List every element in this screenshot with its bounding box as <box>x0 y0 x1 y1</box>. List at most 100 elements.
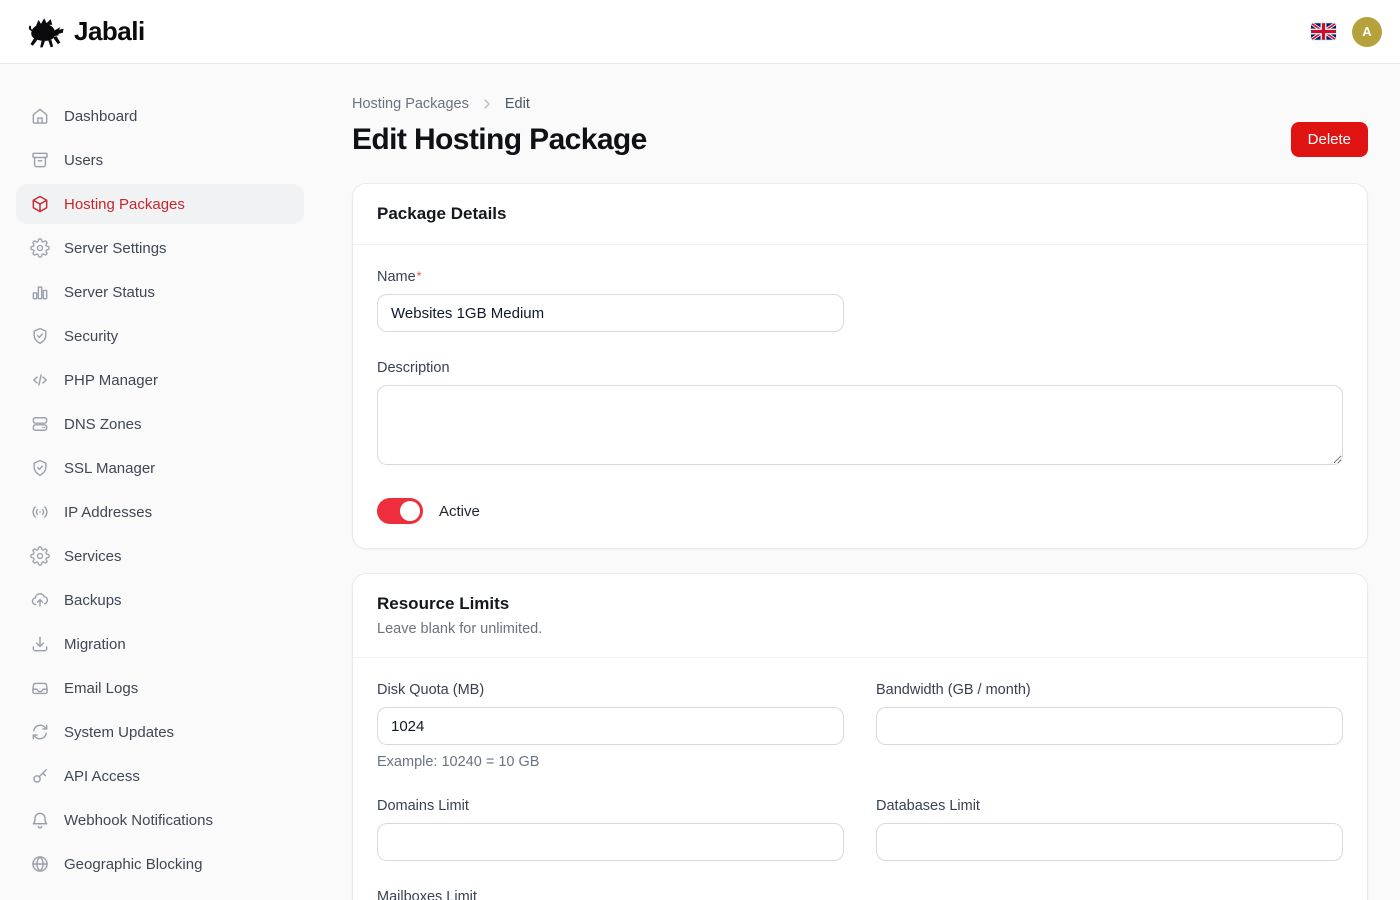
disk-quota-hint: Example: 10240 = 10 GB <box>377 754 844 770</box>
sidebar-item-label: Server Status <box>64 284 155 301</box>
sidebar-item-label: Geographic Blocking <box>64 856 202 873</box>
disk-quota-label: Disk Quota (MB) <box>377 682 844 698</box>
broadcast-icon <box>30 502 50 522</box>
package-details-header: Package Details <box>353 184 1367 245</box>
sidebar: Dashboard Users Hosting Packages Server … <box>0 64 320 900</box>
download-icon <box>30 634 50 654</box>
package-icon <box>30 194 50 214</box>
description-field-group: Description <box>377 360 1343 470</box>
sidebar-item-label: Backups <box>64 592 122 609</box>
sidebar-item-label: Dashboard <box>64 108 137 125</box>
sidebar-item-email-logs[interactable]: Email Logs <box>16 668 304 708</box>
sidebar-item-users[interactable]: Users <box>16 140 304 180</box>
sidebar-item-ssl-manager[interactable]: SSL Manager <box>16 448 304 488</box>
sidebar-item-server-status[interactable]: Server Status <box>16 272 304 312</box>
globe-icon <box>30 854 50 874</box>
sidebar-item-backups[interactable]: Backups <box>16 580 304 620</box>
top-header: Jabali A <box>0 0 1400 64</box>
sidebar-item-label: DNS Zones <box>64 416 142 433</box>
sidebar-item-label: Migration <box>64 636 126 653</box>
card-title: Package Details <box>377 204 1343 224</box>
sidebar-item-label: Users <box>64 152 103 169</box>
avatar[interactable]: A <box>1352 17 1382 47</box>
breadcrumb-edit: Edit <box>505 96 530 112</box>
key-icon <box>30 766 50 786</box>
sidebar-item-webhook-notifications[interactable]: Webhook Notifications <box>16 800 304 840</box>
page-title: Edit Hosting Package <box>352 123 647 157</box>
boar-logo-icon <box>24 15 66 49</box>
sidebar-item-label: Services <box>64 548 122 565</box>
chevron-right-icon <box>479 96 495 112</box>
sidebar-item-label: Webhook Notifications <box>64 812 213 829</box>
sidebar-item-label: Server Settings <box>64 240 167 257</box>
name-input[interactable] <box>377 294 844 332</box>
bandwidth-field-group: Bandwidth (GB / month) <box>876 682 1343 770</box>
sidebar-item-dns-zones[interactable]: DNS Zones <box>16 404 304 444</box>
sidebar-item-php-manager[interactable]: PHP Manager <box>16 360 304 400</box>
bell-icon <box>30 810 50 830</box>
sidebar-item-label: IP Addresses <box>64 504 152 521</box>
domains-limit-field-group: Domains Limit <box>377 798 844 861</box>
required-asterisk: * <box>417 269 422 283</box>
disk-quota-field-group: Disk Quota (MB) Example: 10240 = 10 GB <box>377 682 844 770</box>
name-field-group: Name* <box>377 269 844 332</box>
cog-icon <box>30 546 50 566</box>
shield-check-icon <box>30 326 50 346</box>
sidebar-item-label: Security <box>64 328 118 345</box>
shield-check-icon <box>30 458 50 478</box>
databases-limit-label: Databases Limit <box>876 798 1343 814</box>
active-label: Active <box>439 503 480 520</box>
sidebar-item-label: Email Logs <box>64 680 138 697</box>
uk-flag-icon <box>1311 23 1336 40</box>
sidebar-item-label: API Access <box>64 768 140 785</box>
bandwidth-label: Bandwidth (GB / month) <box>876 682 1343 698</box>
databases-limit-field-group: Databases Limit <box>876 798 1343 861</box>
server-icon <box>30 414 50 434</box>
toggle-knob <box>400 501 420 521</box>
sidebar-item-migration[interactable]: Migration <box>16 624 304 664</box>
brand-name: Jabali <box>74 16 145 47</box>
language-button[interactable] <box>1311 23 1336 40</box>
name-label: Name* <box>377 269 844 285</box>
domains-limit-input[interactable] <box>377 823 844 861</box>
disk-quota-input[interactable] <box>377 707 844 745</box>
sidebar-item-api-access[interactable]: API Access <box>16 756 304 796</box>
sidebar-item-geographic-blocking[interactable]: Geographic Blocking <box>16 844 304 884</box>
cloud-upload-icon <box>30 590 50 610</box>
breadcrumb-hosting-packages[interactable]: Hosting Packages <box>352 96 469 112</box>
sidebar-item-label: PHP Manager <box>64 372 158 389</box>
home-icon <box>30 106 50 126</box>
sidebar-item-system-updates[interactable]: System Updates <box>16 712 304 752</box>
code-icon <box>30 370 50 390</box>
card-subtitle: Leave blank for unlimited. <box>377 621 1343 637</box>
sidebar-item-security[interactable]: Security <box>16 316 304 356</box>
refresh-icon <box>30 722 50 742</box>
sidebar-item-label: Hosting Packages <box>64 196 185 213</box>
sidebar-item-label: System Updates <box>64 724 174 741</box>
sidebar-item-server-settings[interactable]: Server Settings <box>16 228 304 268</box>
description-textarea[interactable] <box>377 385 1343 465</box>
resource-limits-card: Resource Limits Leave blank for unlimite… <box>352 573 1368 900</box>
sidebar-item-hosting-packages[interactable]: Hosting Packages <box>16 184 304 224</box>
sidebar-item-label: SSL Manager <box>64 460 155 477</box>
delete-button[interactable]: Delete <box>1291 122 1368 157</box>
archive-icon <box>30 150 50 170</box>
sidebar-item-ip-addresses[interactable]: IP Addresses <box>16 492 304 532</box>
databases-limit-input[interactable] <box>876 823 1343 861</box>
domains-limit-label: Domains Limit <box>377 798 844 814</box>
sidebar-item-services[interactable]: Services <box>16 536 304 576</box>
card-title: Resource Limits <box>377 594 1343 614</box>
active-toggle[interactable] <box>377 498 423 524</box>
package-details-card: Package Details Name* Description Active <box>352 183 1368 549</box>
bar-chart-icon <box>30 282 50 302</box>
gear-icon <box>30 238 50 258</box>
sidebar-item-dashboard[interactable]: Dashboard <box>16 96 304 136</box>
main-content: Hosting Packages Edit Edit Hosting Packa… <box>320 64 1400 900</box>
bandwidth-input[interactable] <box>876 707 1343 745</box>
inbox-icon <box>30 678 50 698</box>
mailboxes-limit-label: Mailboxes Limit <box>377 889 844 900</box>
breadcrumb: Hosting Packages Edit <box>352 96 1368 112</box>
active-toggle-row: Active <box>377 498 1343 524</box>
brand-logo[interactable]: Jabali <box>24 15 145 49</box>
description-label: Description <box>377 360 1343 376</box>
